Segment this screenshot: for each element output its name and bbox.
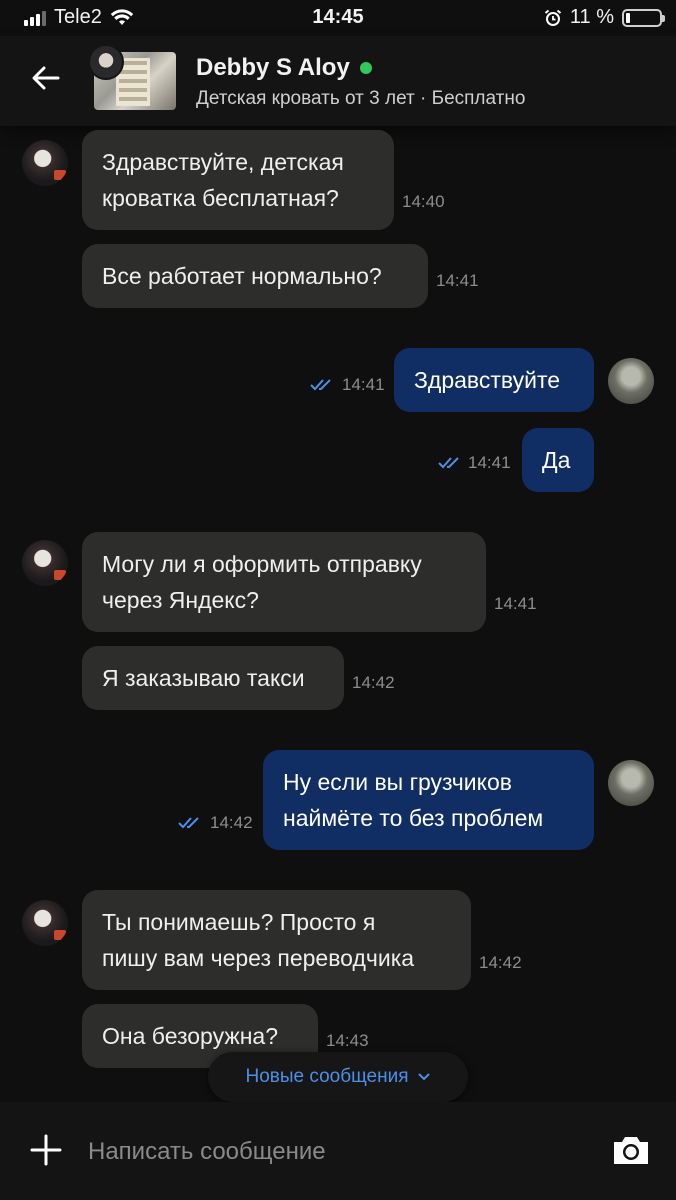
message-line: Я заказываю такси <box>102 665 305 691</box>
message-time: 14:40 <box>402 192 445 211</box>
alarm-icon <box>544 9 562 26</box>
sender-avatar[interactable] <box>22 900 68 946</box>
message-time: 14:42 <box>210 813 253 832</box>
sender-avatar[interactable] <box>22 140 68 186</box>
message-line: пишу вам через переводчика <box>102 945 415 971</box>
message-bubble[interactable]: Да <box>522 428 594 492</box>
message-bubble[interactable]: Все работает нормально? <box>82 244 428 308</box>
read-ticks-icon <box>310 379 331 391</box>
new-messages-button[interactable]: Новые сообщения <box>208 1052 468 1102</box>
read-ticks-icon <box>178 817 199 829</box>
message-bubble[interactable]: Ты понимаешь? Просто я пишу вам через пе… <box>82 890 471 990</box>
message-line: наймёте то без проблем <box>283 805 544 831</box>
message-time: 14:43 <box>326 1031 369 1050</box>
composer-bar <box>0 1102 676 1200</box>
listing-subtitle[interactable]: Детская кровать от 3 лет · Бесплатно <box>196 88 525 110</box>
read-ticks-icon <box>438 457 459 469</box>
contact-name-label: Debby S Aloy <box>196 54 350 81</box>
battery-percent: 11 % <box>569 6 614 28</box>
plus-icon[interactable] <box>28 1132 64 1168</box>
message-time: 14:41 <box>436 271 479 290</box>
battery-icon <box>622 8 665 27</box>
my-avatar[interactable] <box>608 760 654 806</box>
contact-avatar <box>88 44 124 80</box>
battery-fill <box>626 12 630 23</box>
message-line: кроватка бесплатная? <box>102 185 339 211</box>
message-line: Ну если вы грузчиков <box>283 769 512 795</box>
message-time: 14:41 <box>342 375 385 394</box>
message-line: Ты понимаешь? Просто я <box>102 909 376 935</box>
message-bubble[interactable]: Я заказываю такси <box>82 646 344 710</box>
message-line: Все работает нормально? <box>102 263 382 289</box>
message-time: 14:42 <box>479 953 522 972</box>
chat-header: Debby S Aloy Детская кровать от 3 лет · … <box>0 36 676 126</box>
sender-avatar[interactable] <box>22 540 68 586</box>
message-bubble[interactable]: Здравствуйте <box>394 348 594 412</box>
message-input[interactable] <box>88 1132 568 1172</box>
status-right: 11 % <box>544 6 665 29</box>
message-time: 14:42 <box>352 673 395 692</box>
chevron-down-icon <box>417 1073 430 1081</box>
message-bubble[interactable]: Могу ли я оформить отправку через Яндекс… <box>82 532 486 632</box>
message-line: Могу ли я оформить отправку <box>102 551 422 577</box>
new-messages-label: Новые сообщения <box>245 1066 409 1087</box>
message-time: 14:41 <box>468 453 511 472</box>
message-line: через Яндекс? <box>102 587 259 613</box>
message-list[interactable]: Здравствуйте, детская кроватка бесплатна… <box>0 126 676 1090</box>
message-bubble[interactable]: Здравствуйте, детская кроватка бесплатна… <box>82 130 394 230</box>
message-line: Она безоружна? <box>102 1023 279 1049</box>
message-time: 14:41 <box>494 594 537 613</box>
my-avatar[interactable] <box>608 358 654 404</box>
message-line: Здравствуйте, детская <box>102 149 344 175</box>
contact-name[interactable]: Debby S Aloy <box>196 54 372 82</box>
message-line: Да <box>542 447 571 473</box>
back-arrow-icon[interactable] <box>28 60 64 96</box>
message-line: Здравствуйте <box>414 367 561 393</box>
status-bar: Tele2 14:45 11 % <box>0 0 676 36</box>
camera-icon[interactable] <box>610 1132 652 1168</box>
online-dot-icon <box>359 62 372 74</box>
message-bubble[interactable]: Ну если вы грузчиков наймёте то без проб… <box>263 750 594 850</box>
